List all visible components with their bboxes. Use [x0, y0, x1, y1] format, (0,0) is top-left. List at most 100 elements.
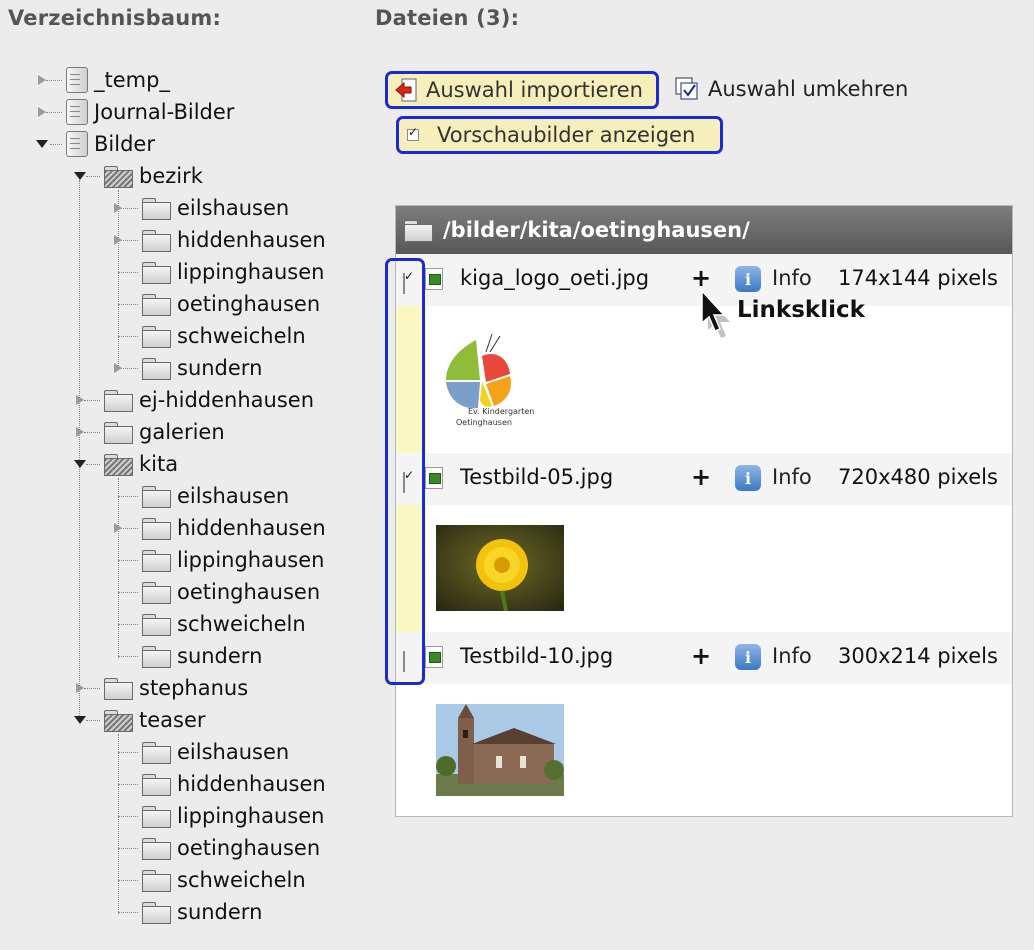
thumbnail-church[interactable] [436, 704, 564, 796]
tree-node-label: oetinghausen [177, 580, 321, 604]
tree-node-teaser-oetinghausen[interactable]: oetinghausen [142, 833, 320, 863]
folder-icon [142, 581, 171, 604]
drive-icon [66, 99, 88, 125]
expand-toggle-icon[interactable] [38, 75, 46, 85]
folder-icon [142, 293, 171, 316]
tree-node-kita-hiddenhausen[interactable]: hiddenhausen [142, 513, 326, 543]
tree-node-teaser[interactable]: teaser [104, 705, 206, 735]
current-path: /bilder/kita/oetinghausen/ [443, 218, 750, 242]
tree-node-label: _temp_ [94, 68, 170, 92]
tree-node-bezirk-sundern[interactable]: sundern [142, 353, 262, 383]
tree-node-kita-eilshausen[interactable]: eilshausen [142, 481, 289, 511]
tree-node-bezirk-hiddenhausen[interactable]: hiddenhausen [142, 225, 326, 255]
file-name: Testbild-05.jpg [460, 465, 614, 489]
tree-node-kita-oetinghausen[interactable]: oetinghausen [142, 577, 320, 607]
folder-icon [142, 485, 171, 508]
image-dimensions: 720x480 pixels [838, 465, 998, 489]
tree-node-journal-bilder[interactable]: Journal-Bilder [66, 97, 234, 127]
tree-node-bezirk-oetinghausen[interactable]: oetinghausen [142, 289, 320, 319]
show-previews-toggle[interactable]: Vorschaubilder anzeigen [396, 116, 723, 154]
tree-node-label: sundern [177, 356, 263, 380]
folder-icon [104, 677, 133, 700]
file-row[interactable]: Testbild-05.jpg + i Info 720x480 pixels [396, 453, 1012, 505]
tree-node-label: eilshausen [177, 196, 290, 220]
tree-node-bezirk-eilshausen[interactable]: eilshausen [142, 193, 289, 223]
info-icon[interactable]: i [735, 644, 761, 670]
tree-node-galerien[interactable]: galerien [104, 417, 225, 447]
tree-node-bezirk-lippinghausen[interactable]: lippinghausen [142, 257, 324, 287]
expand-toggle-icon[interactable] [76, 683, 84, 693]
thumbnail-dandelion[interactable] [436, 525, 564, 611]
tree-node-label: lippinghausen [177, 548, 325, 572]
tree-node-label: lippinghausen [177, 804, 325, 828]
tree-node-kita-sundern[interactable]: sundern [142, 641, 262, 671]
collapse-toggle-icon[interactable] [74, 716, 86, 724]
expand-toggle-icon[interactable] [76, 427, 84, 437]
expand-toggle-icon[interactable] [114, 203, 122, 213]
tree-node-bezirk-schweicheln[interactable]: schweicheln [142, 321, 306, 351]
image-file-icon [425, 268, 443, 290]
add-icon[interactable]: + [691, 642, 711, 670]
info-icon[interactable]: i [735, 266, 761, 292]
svg-text:Oetinghausen: Oetinghausen [456, 418, 512, 427]
image-dimensions: 300x214 pixels [838, 644, 998, 668]
add-icon[interactable]: + [691, 264, 711, 292]
tree-node-kita[interactable]: kita [104, 449, 178, 479]
tree-node-stephanus[interactable]: stephanus [104, 673, 248, 703]
tree-node-bezirk[interactable]: bezirk [104, 161, 203, 191]
thumbnail-logo[interactable]: Ev. Kindergarten Oetinghausen [436, 326, 564, 432]
drive-icon [66, 67, 88, 93]
expand-toggle-icon[interactable] [114, 363, 122, 373]
expand-toggle-icon[interactable] [76, 395, 84, 405]
tree-node-bilder[interactable]: Bilder [66, 129, 155, 159]
tree-node-label: kita [139, 452, 179, 476]
expand-toggle-icon[interactable] [114, 523, 122, 533]
svg-text:Ev. Kindergarten: Ev. Kindergarten [468, 407, 534, 416]
tree-node-teaser-eilshausen[interactable]: eilshausen [142, 737, 289, 767]
image-file-icon [425, 467, 443, 489]
expand-toggle-icon[interactable] [114, 235, 122, 245]
tree-heading: Verzeichnisbaum: [8, 6, 222, 30]
folder-icon [104, 421, 133, 444]
collapse-toggle-icon[interactable] [74, 172, 86, 180]
expand-toggle-icon[interactable] [38, 107, 46, 117]
info-link[interactable]: Info [772, 266, 812, 290]
info-link[interactable]: Info [772, 644, 812, 668]
folder-icon [142, 197, 171, 220]
folder-icon [142, 357, 171, 380]
selection-highlight [385, 258, 425, 685]
image-file-icon [425, 646, 443, 668]
folder-open-icon [104, 453, 133, 476]
tree-node-teaser-hiddenhausen[interactable]: hiddenhausen [142, 769, 326, 799]
import-selection-button[interactable]: Auswahl importieren [385, 71, 659, 109]
tree-node-teaser-lippinghausen[interactable]: lippinghausen [142, 801, 324, 831]
folder-icon [142, 837, 171, 860]
tree-node-label: eilshausen [177, 740, 290, 764]
folder-icon [142, 549, 171, 572]
tree-node-teaser-sundern[interactable]: sundern [142, 897, 262, 927]
folder-icon [142, 901, 171, 924]
add-icon[interactable]: + [691, 463, 711, 491]
folder-icon [142, 325, 171, 348]
collapse-toggle-icon[interactable] [74, 460, 86, 468]
info-icon[interactable]: i [735, 465, 761, 491]
info-link[interactable]: Info [772, 465, 812, 489]
tree-node-teaser-schweicheln[interactable]: schweicheln [142, 865, 306, 895]
tree-node-kita-lippinghausen[interactable]: lippinghausen [142, 545, 324, 575]
file-row[interactable]: Testbild-10.jpg + i Info 300x214 pixels [396, 632, 1012, 684]
tree-node-kita-schweicheln[interactable]: schweicheln [142, 609, 306, 639]
show-previews-checkbox[interactable] [407, 125, 419, 141]
folder-icon [142, 805, 171, 828]
tree-node-label: Bilder [94, 132, 155, 156]
tree-node-ej-hiddenhausen[interactable]: ej-hiddenhausen [104, 385, 314, 415]
folder-icon [142, 517, 171, 540]
tree-node-label: schweicheln [177, 612, 306, 636]
mouse-pointer-icon [701, 289, 730, 338]
drive-icon [66, 131, 88, 157]
collapse-toggle-icon[interactable] [36, 140, 48, 148]
tree-node-label: Journal-Bilder [94, 100, 235, 124]
invert-selection-button[interactable]: Auswahl umkehren [674, 74, 908, 104]
tree-node-label: sundern [177, 900, 263, 924]
tree-node-temp[interactable]: _temp_ [66, 65, 170, 95]
file-panel-header: /bilder/kita/oetinghausen/ [396, 206, 1012, 254]
